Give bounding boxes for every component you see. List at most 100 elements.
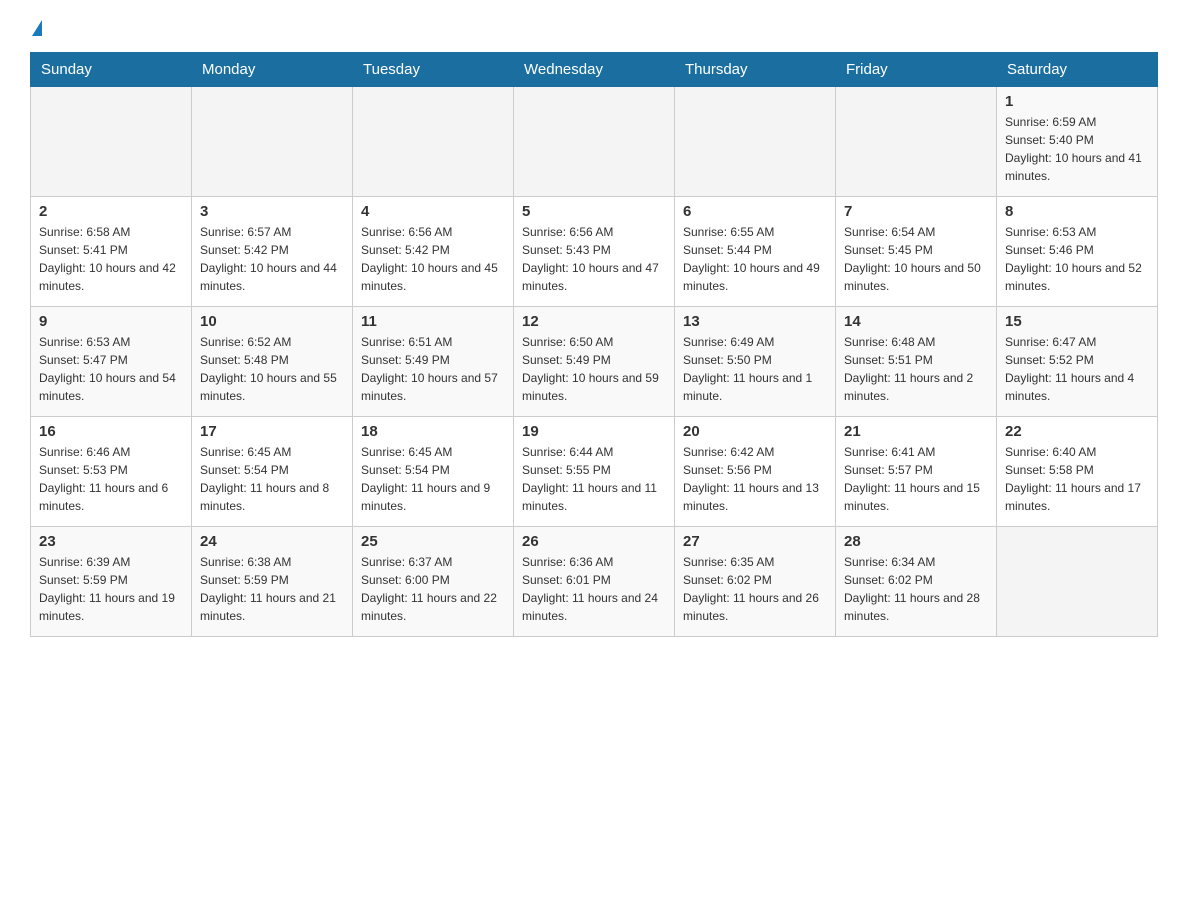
calendar-cell: 11 Sunrise: 6:51 AMSunset: 5:49 PMDayligh… — [353, 307, 514, 417]
day-info: Sunrise: 6:44 AMSunset: 5:55 PMDaylight:… — [522, 443, 666, 515]
day-info: Sunrise: 6:58 AMSunset: 5:41 PMDaylight:… — [39, 223, 183, 295]
calendar-cell: 12 Sunrise: 6:50 AMSunset: 5:49 PMDayligh… — [514, 307, 675, 417]
day-header-tuesday: Tuesday — [353, 53, 514, 87]
day-number: 21 — [844, 423, 988, 440]
day-number: 16 — [39, 423, 183, 440]
day-number: 25 — [361, 533, 505, 550]
day-number: 19 — [522, 423, 666, 440]
calendar-cell: 18Sunrise: 6:45 AMSunset: 5:54 PMDayligh… — [353, 417, 514, 527]
day-info: Sunrise: 6:45 AMSunset: 5:54 PMDaylight:… — [361, 443, 505, 515]
calendar-cell: 2 Sunrise: 6:58 AMSunset: 5:41 PMDaylight… — [31, 197, 192, 307]
calendar-week-row: 16Sunrise: 6:46 AMSunset: 5:53 PMDayligh… — [31, 417, 1158, 527]
calendar-cell: 6 Sunrise: 6:55 AMSunset: 5:44 PMDaylight… — [675, 197, 836, 307]
page-header — [30, 20, 1158, 36]
day-number: 5 — [522, 203, 666, 220]
day-info: Sunrise: 6:55 AMSunset: 5:44 PMDaylight:… — [683, 223, 827, 295]
day-info: Sunrise: 6:47 AMSunset: 5:52 PMDaylight:… — [1005, 333, 1149, 405]
day-info: Sunrise: 6:37 AMSunset: 6:00 PMDaylight:… — [361, 553, 505, 625]
calendar-cell: 8 Sunrise: 6:53 AMSunset: 5:46 PMDaylight… — [997, 197, 1158, 307]
day-number: 28 — [844, 533, 988, 550]
day-info: Sunrise: 6:48 AMSunset: 5:51 PMDaylight:… — [844, 333, 988, 405]
day-info: Sunrise: 6:51 AMSunset: 5:49 PMDaylight:… — [361, 333, 505, 405]
calendar-header-row: SundayMondayTuesdayWednesdayThursdayFrid… — [31, 53, 1158, 87]
calendar-cell: 7 Sunrise: 6:54 AMSunset: 5:45 PMDaylight… — [836, 197, 997, 307]
calendar-cell: 27 Sunrise: 6:35 AMSunset: 6:02 PMDayligh… — [675, 527, 836, 637]
calendar-cell: 25 Sunrise: 6:37 AMSunset: 6:00 PMDayligh… — [353, 527, 514, 637]
day-info: Sunrise: 6:56 AMSunset: 5:43 PMDaylight:… — [522, 223, 666, 295]
calendar-cell: 10 Sunrise: 6:52 AMSunset: 5:48 PMDayligh… — [192, 307, 353, 417]
day-number: 26 — [522, 533, 666, 550]
logo-triangle-icon — [32, 20, 42, 36]
day-info: Sunrise: 6:54 AMSunset: 5:45 PMDaylight:… — [844, 223, 988, 295]
calendar-cell: 4Sunrise: 6:56 AMSunset: 5:42 PMDaylight… — [353, 197, 514, 307]
day-info: Sunrise: 6:53 AMSunset: 5:47 PMDaylight:… — [39, 333, 183, 405]
calendar-cell: 23 Sunrise: 6:39 AMSunset: 5:59 PMDayligh… — [31, 527, 192, 637]
day-info: Sunrise: 6:35 AMSunset: 6:02 PMDaylight:… — [683, 553, 827, 625]
calendar-cell: 28 Sunrise: 6:34 AMSunset: 6:02 PMDayligh… — [836, 527, 997, 637]
day-number: 22 — [1005, 423, 1149, 440]
calendar-cell: 14Sunrise: 6:48 AMSunset: 5:51 PMDayligh… — [836, 307, 997, 417]
calendar-week-row: 2 Sunrise: 6:58 AMSunset: 5:41 PMDaylight… — [31, 197, 1158, 307]
calendar-cell: 19 Sunrise: 6:44 AMSunset: 5:55 PMDayligh… — [514, 417, 675, 527]
day-number: 4 — [361, 203, 505, 220]
day-number: 11 — [361, 313, 505, 330]
calendar-cell — [192, 87, 353, 197]
day-info: Sunrise: 6:41 AMSunset: 5:57 PMDaylight:… — [844, 443, 988, 515]
day-info: Sunrise: 6:52 AMSunset: 5:48 PMDaylight:… — [200, 333, 344, 405]
calendar-cell: 21 Sunrise: 6:41 AMSunset: 5:57 PMDayligh… — [836, 417, 997, 527]
calendar-cell: 15 Sunrise: 6:47 AMSunset: 5:52 PMDayligh… — [997, 307, 1158, 417]
day-number: 12 — [522, 313, 666, 330]
day-number: 7 — [844, 203, 988, 220]
day-number: 24 — [200, 533, 344, 550]
calendar-cell — [514, 87, 675, 197]
calendar-cell: 5 Sunrise: 6:56 AMSunset: 5:43 PMDaylight… — [514, 197, 675, 307]
day-info: Sunrise: 6:36 AMSunset: 6:01 PMDaylight:… — [522, 553, 666, 625]
calendar-cell: 17 Sunrise: 6:45 AMSunset: 5:54 PMDayligh… — [192, 417, 353, 527]
day-info: Sunrise: 6:49 AMSunset: 5:50 PMDaylight:… — [683, 333, 827, 405]
day-info: Sunrise: 6:40 AMSunset: 5:58 PMDaylight:… — [1005, 443, 1149, 515]
day-header-friday: Friday — [836, 53, 997, 87]
calendar-cell: 24 Sunrise: 6:38 AMSunset: 5:59 PMDayligh… — [192, 527, 353, 637]
day-header-sunday: Sunday — [31, 53, 192, 87]
calendar-cell: 1 Sunrise: 6:59 AMSunset: 5:40 PMDaylight… — [997, 87, 1158, 197]
day-info: Sunrise: 6:59 AMSunset: 5:40 PMDaylight:… — [1005, 113, 1149, 185]
day-number: 20 — [683, 423, 827, 440]
calendar-cell — [836, 87, 997, 197]
day-number: 15 — [1005, 313, 1149, 330]
calendar-table: SundayMondayTuesdayWednesdayThursdayFrid… — [30, 52, 1158, 637]
calendar-cell: 3Sunrise: 6:57 AMSunset: 5:42 PMDaylight… — [192, 197, 353, 307]
day-header-saturday: Saturday — [997, 53, 1158, 87]
day-info: Sunrise: 6:38 AMSunset: 5:59 PMDaylight:… — [200, 553, 344, 625]
day-info: Sunrise: 6:39 AMSunset: 5:59 PMDaylight:… — [39, 553, 183, 625]
day-info: Sunrise: 6:50 AMSunset: 5:49 PMDaylight:… — [522, 333, 666, 405]
calendar-cell — [353, 87, 514, 197]
day-number: 2 — [39, 203, 183, 220]
calendar-week-row: 1 Sunrise: 6:59 AMSunset: 5:40 PMDaylight… — [31, 87, 1158, 197]
calendar-cell — [675, 87, 836, 197]
day-number: 1 — [1005, 93, 1149, 110]
day-info: Sunrise: 6:53 AMSunset: 5:46 PMDaylight:… — [1005, 223, 1149, 295]
day-info: Sunrise: 6:42 AMSunset: 5:56 PMDaylight:… — [683, 443, 827, 515]
day-number: 23 — [39, 533, 183, 550]
day-number: 6 — [683, 203, 827, 220]
day-number: 8 — [1005, 203, 1149, 220]
day-header-monday: Monday — [192, 53, 353, 87]
day-number: 27 — [683, 533, 827, 550]
calendar-week-row: 9 Sunrise: 6:53 AMSunset: 5:47 PMDaylight… — [31, 307, 1158, 417]
day-info: Sunrise: 6:34 AMSunset: 6:02 PMDaylight:… — [844, 553, 988, 625]
calendar-cell: 13Sunrise: 6:49 AMSunset: 5:50 PMDayligh… — [675, 307, 836, 417]
day-number: 10 — [200, 313, 344, 330]
calendar-cell — [31, 87, 192, 197]
calendar-cell: 16Sunrise: 6:46 AMSunset: 5:53 PMDayligh… — [31, 417, 192, 527]
day-header-wednesday: Wednesday — [514, 53, 675, 87]
day-number: 17 — [200, 423, 344, 440]
calendar-week-row: 23 Sunrise: 6:39 AMSunset: 5:59 PMDayligh… — [31, 527, 1158, 637]
day-info: Sunrise: 6:45 AMSunset: 5:54 PMDaylight:… — [200, 443, 344, 515]
calendar-cell — [997, 527, 1158, 637]
day-number: 9 — [39, 313, 183, 330]
calendar-cell: 26 Sunrise: 6:36 AMSunset: 6:01 PMDayligh… — [514, 527, 675, 637]
calendar-cell: 22 Sunrise: 6:40 AMSunset: 5:58 PMDayligh… — [997, 417, 1158, 527]
day-header-thursday: Thursday — [675, 53, 836, 87]
day-info: Sunrise: 6:57 AMSunset: 5:42 PMDaylight:… — [200, 223, 344, 295]
logo — [30, 20, 42, 36]
